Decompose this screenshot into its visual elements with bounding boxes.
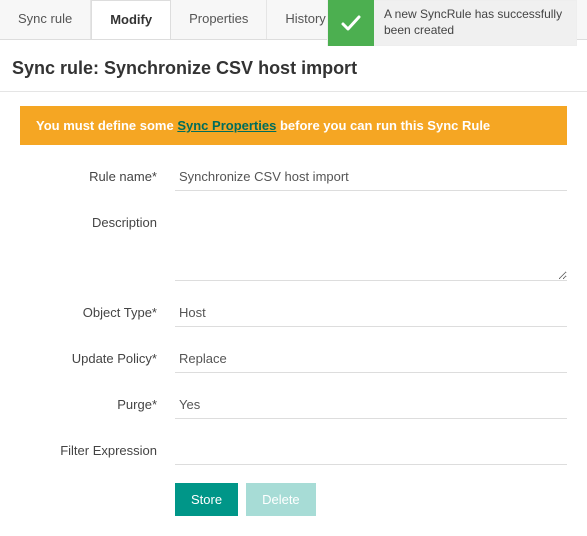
- sync-properties-link[interactable]: Sync Properties: [177, 118, 276, 133]
- warning-suffix: before you can run this Sync Rule: [276, 118, 490, 133]
- delete-button[interactable]: Delete: [246, 483, 316, 516]
- row-filter-expression: Filter Expression: [20, 437, 567, 465]
- store-button[interactable]: Store: [175, 483, 238, 516]
- description-input[interactable]: [175, 209, 567, 281]
- row-purge: Purge*: [20, 391, 567, 419]
- tab-properties[interactable]: Properties: [171, 0, 267, 39]
- label-filter-expression: Filter Expression: [20, 437, 175, 465]
- row-description: Description: [20, 209, 567, 281]
- label-purge: Purge*: [20, 391, 175, 419]
- label-object-type: Object Type*: [20, 299, 175, 327]
- rule-name-input[interactable]: [175, 163, 567, 191]
- label-update-policy: Update Policy*: [20, 345, 175, 373]
- toast-message: A new SyncRule has successfully been cre…: [374, 1, 576, 44]
- filter-expression-input[interactable]: [175, 437, 567, 465]
- warning-banner: You must define some Sync Properties bef…: [20, 106, 567, 145]
- label-rule-name: Rule name*: [20, 163, 175, 191]
- object-type-input[interactable]: [175, 299, 567, 327]
- row-object-type: Object Type*: [20, 299, 567, 327]
- row-rule-name: Rule name*: [20, 163, 567, 191]
- update-policy-input[interactable]: [175, 345, 567, 373]
- form-actions: Store Delete: [175, 483, 567, 516]
- tab-sync-rule[interactable]: Sync rule: [0, 0, 91, 39]
- label-description: Description: [20, 209, 175, 281]
- page-title: Sync rule: Synchronize CSV host import: [0, 40, 587, 92]
- form: Rule name* Description Object Type* Upda…: [0, 163, 587, 536]
- row-update-policy: Update Policy*: [20, 345, 567, 373]
- warning-prefix: You must define some: [36, 118, 177, 133]
- tab-modify[interactable]: Modify: [91, 0, 171, 39]
- toast-success: A new SyncRule has successfully been cre…: [327, 0, 577, 46]
- checkmark-icon: [328, 0, 374, 46]
- purge-input[interactable]: [175, 391, 567, 419]
